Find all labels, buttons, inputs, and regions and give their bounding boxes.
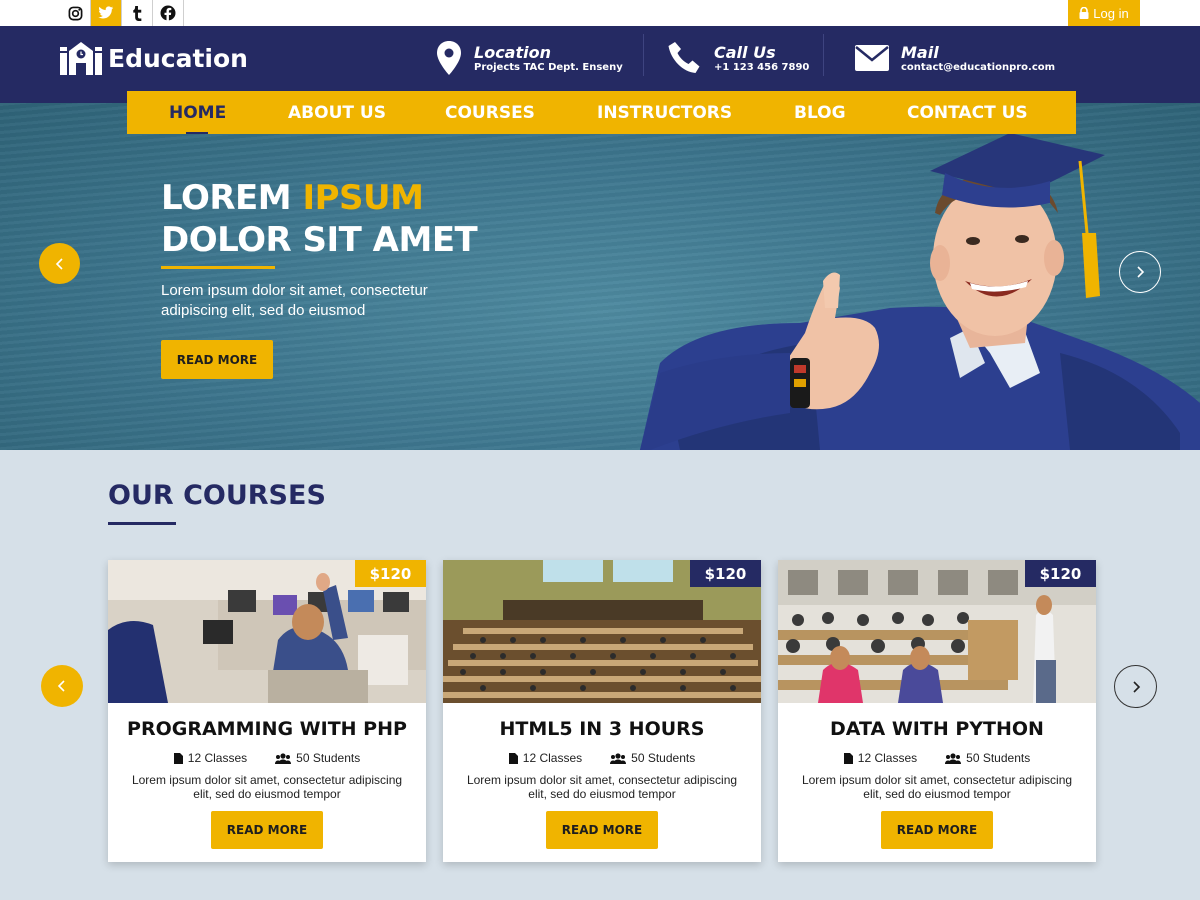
course-classes: 12 Classes — [173, 751, 248, 765]
nav-home[interactable]: HOME — [169, 91, 226, 134]
course-classes-label: 12 Classes — [522, 751, 583, 765]
tumblr-icon — [132, 5, 141, 21]
header-divider — [823, 34, 824, 76]
hero-title-highlight: IPSUM — [302, 178, 424, 218]
course-title[interactable]: DATA WITH PYTHON — [778, 718, 1096, 740]
hero-title: LOREM IPSUM DOLOR SIT AMET — [161, 177, 478, 261]
users-icon — [945, 752, 962, 764]
envelope-icon — [855, 45, 889, 71]
course-classes: 12 Classes — [508, 751, 583, 765]
tumblr-link[interactable] — [122, 0, 153, 26]
chevron-left-icon — [57, 680, 65, 692]
nav-active-indicator — [186, 132, 208, 134]
document-icon — [173, 752, 183, 764]
course-meta: 12 Classes 50 Students — [443, 751, 761, 765]
facebook-link[interactable] — [153, 0, 184, 26]
course-card[interactable]: $120 DATA WITH PYTHON 12 Classes 50 Stud… — [778, 560, 1096, 862]
graduate-photo — [640, 133, 1200, 450]
course-title[interactable]: HTML5 IN 3 HOURS — [443, 718, 761, 740]
top-bar: Log in — [0, 0, 1200, 26]
twitter-icon — [98, 6, 114, 19]
course-classes: 12 Classes — [843, 751, 918, 765]
document-icon — [508, 752, 518, 764]
course-title[interactable]: PROGRAMMING WITH PHP — [108, 718, 426, 740]
courses-section-title: OUR COURSES — [108, 480, 326, 511]
map-pin-icon — [437, 41, 461, 75]
instagram-icon — [68, 6, 82, 20]
location-value: Projects TAC Dept. Enseny — [474, 61, 623, 73]
hero-prev-button[interactable] — [39, 243, 80, 284]
course-description: Lorem ipsum dolor sit amet, consectetur … — [801, 773, 1073, 801]
login-label: Log in — [1093, 5, 1129, 21]
course-classes-label: 12 Classes — [857, 751, 918, 765]
location-title: Location — [474, 42, 551, 62]
course-card[interactable]: $120 HTML5 IN 3 HOURS 12 Classes 50 Stud… — [443, 560, 761, 862]
courses-title-underline — [108, 522, 176, 525]
course-price-badge: $120 — [355, 560, 426, 587]
course-description: Lorem ipsum dolor sit amet, consectetur … — [131, 773, 403, 801]
hero-title-white: LOREM — [161, 178, 292, 218]
location-info: Location Projects TAC Dept. Enseny — [436, 38, 623, 78]
mail-value[interactable]: contact@educationpro.com — [901, 62, 1055, 73]
hero-title-underline — [161, 266, 275, 269]
course-card[interactable]: $120 PROGRAMMING WITH PHP 12 Classes 50 … — [108, 560, 426, 862]
course-meta: 12 Classes 50 Students — [108, 751, 426, 765]
social-links — [60, 0, 184, 26]
site-logo[interactable]: Education — [60, 41, 248, 75]
course-students: 50 Students — [275, 751, 360, 765]
chevron-right-icon — [1132, 680, 1140, 693]
school-logo-icon — [60, 42, 102, 75]
nav-courses[interactable]: COURSES — [445, 91, 535, 134]
instagram-link[interactable] — [60, 0, 91, 26]
nav-about-us[interactable]: ABOUT US — [288, 91, 386, 134]
course-price-badge: $120 — [690, 560, 761, 587]
phone-icon — [668, 42, 700, 73]
hero-slider: LOREM IPSUM DOLOR SIT AMET Lorem ipsum d… — [0, 103, 1200, 450]
facebook-icon — [160, 5, 176, 21]
login-button[interactable]: Log in — [1068, 0, 1140, 26]
course-students-label: 50 Students — [631, 751, 696, 765]
header-divider — [643, 34, 644, 76]
logo-text: Education — [108, 43, 248, 73]
nav-contact-us[interactable]: CONTACT US — [907, 91, 1028, 134]
nav-blog[interactable]: BLOG — [794, 91, 846, 134]
chevron-right-icon — [1137, 266, 1145, 278]
course-description: Lorem ipsum dolor sit amet, consectetur … — [466, 773, 738, 801]
course-read-more-button[interactable]: READ MORE — [211, 811, 323, 849]
users-icon — [610, 752, 627, 764]
hero-text: Lorem ipsum dolor sit amet, consectetur … — [161, 282, 428, 319]
hero-title-second-line: DOLOR SIT AMET — [161, 220, 478, 260]
hero-next-button[interactable] — [1119, 251, 1161, 293]
courses-prev-button[interactable] — [41, 665, 83, 707]
mail-title: Mail — [901, 42, 939, 62]
call-title: Call Us — [714, 42, 776, 62]
chevron-left-icon — [55, 257, 63, 270]
lock-icon — [1079, 7, 1089, 19]
course-students-label: 50 Students — [296, 751, 361, 765]
nav-instructors[interactable]: INSTRUCTORS — [597, 91, 732, 134]
hero-read-more-button[interactable]: READ MORE — [161, 340, 273, 379]
call-value[interactable]: +1 123 456 7890 — [714, 62, 809, 73]
course-classes-label: 12 Classes — [187, 751, 248, 765]
document-icon — [843, 752, 853, 764]
course-meta: 12 Classes 50 Students — [778, 751, 1096, 765]
main-nav: HOME ABOUT US COURSES INSTRUCTORS BLOG C… — [127, 91, 1076, 134]
courses-next-button[interactable] — [1114, 665, 1157, 708]
mail-info: Mail contact@educationpro.com — [855, 38, 1055, 78]
course-read-more-button[interactable]: READ MORE — [881, 811, 993, 849]
course-students-label: 50 Students — [966, 751, 1031, 765]
course-students: 50 Students — [945, 751, 1030, 765]
twitter-link[interactable] — [91, 0, 122, 26]
users-icon — [275, 752, 292, 764]
course-read-more-button[interactable]: READ MORE — [546, 811, 658, 849]
course-students: 50 Students — [610, 751, 695, 765]
call-info: Call Us +1 123 456 7890 — [668, 38, 809, 78]
course-price-badge: $120 — [1025, 560, 1096, 587]
